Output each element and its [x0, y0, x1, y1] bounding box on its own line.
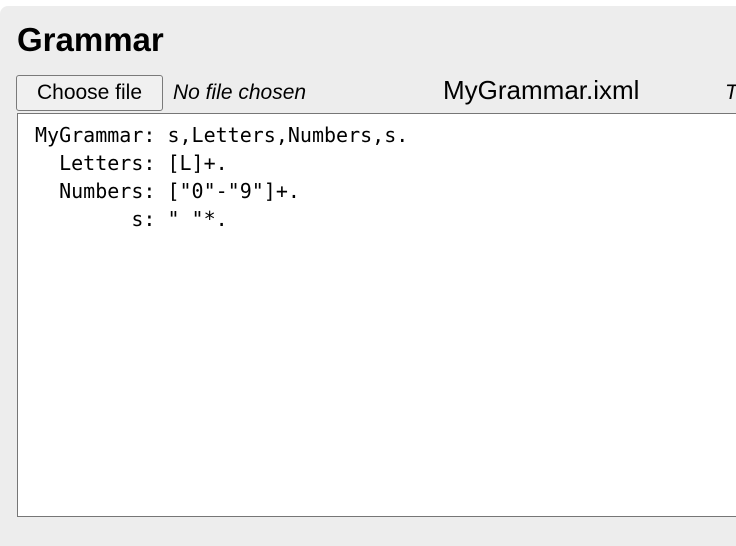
grammar-editor[interactable]: MyGrammar: s,Letters,Numbers,s. Letters:… — [17, 113, 736, 517]
grammar-line: s: " "*. — [35, 207, 228, 231]
grammar-source-text[interactable]: MyGrammar: s,Letters,Numbers,s. Letters:… — [18, 114, 736, 233]
section-title: Grammar — [17, 21, 164, 58]
grammar-line: MyGrammar: s,Letters,Numbers,s. — [35, 123, 409, 147]
grammar-panel: Grammar Choose file No file chosen MyGra… — [0, 6, 736, 546]
grammar-line: Numbers: ["0"-"9"]+. — [35, 179, 300, 203]
choose-file-button[interactable]: Choose file — [16, 75, 163, 111]
file-status-text: No file chosen — [173, 81, 307, 104]
grammar-filename: MyGrammar.ixml — [443, 75, 640, 105]
grammar-line: Letters: [L]+. — [35, 151, 228, 175]
truncated-label: T — [725, 78, 736, 108]
